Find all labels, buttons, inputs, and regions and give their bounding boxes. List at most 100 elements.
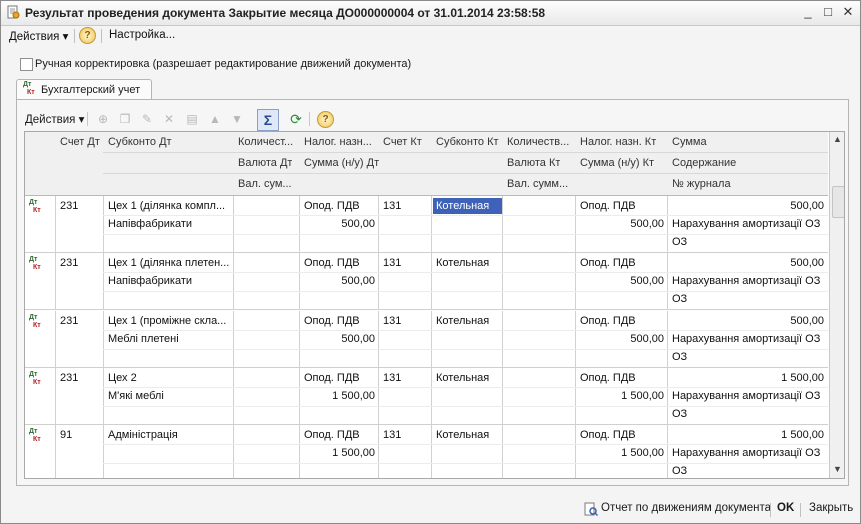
col-kolichestvo-dt[interactable]: Количест... bbox=[238, 136, 298, 148]
movements-report-button[interactable]: Отчет по движениям документа bbox=[601, 502, 771, 514]
cell-summa-nu-kt[interactable]: 1 500,00 bbox=[577, 447, 664, 459]
table-row[interactable]: Дт Кт 231 Цех 1 (проміжне скла... Меблі плет… bbox=[25, 311, 828, 368]
cell-soderzhanie[interactable]: Нарахування амортизації ОЗ bbox=[672, 447, 826, 459]
col-val-summa-dt[interactable]: Вал. сум... bbox=[238, 178, 292, 190]
copy-icon[interactable]: ❐ bbox=[117, 111, 133, 127]
totals-icon[interactable]: Σ bbox=[257, 109, 279, 131]
cell-nalog-kt[interactable]: Опод. ПДВ bbox=[580, 429, 636, 441]
col-val-summa-kt[interactable]: Вал. сумм... bbox=[507, 178, 568, 190]
cell-soderzhanie[interactable]: Нарахування амортизації ОЗ bbox=[672, 275, 826, 287]
col-soderzhanie[interactable]: Содержание bbox=[672, 157, 736, 169]
cell-summa[interactable]: 500,00 bbox=[670, 257, 824, 269]
cell-schet-dt[interactable]: 231 bbox=[60, 200, 78, 212]
move-down-icon[interactable]: ▼ bbox=[229, 111, 245, 127]
col-summa[interactable]: Сумма bbox=[672, 136, 707, 148]
edit-icon[interactable]: ✎ bbox=[139, 111, 155, 127]
close-window-button[interactable]: ✕ bbox=[840, 5, 856, 19]
maximize-button[interactable]: □ bbox=[820, 5, 836, 19]
cell-subkonto-kt[interactable]: Котельная bbox=[433, 198, 502, 214]
col-summa-nu-dt[interactable]: Сумма (н/у) Дт bbox=[304, 157, 379, 170]
cell-nalog-dt[interactable]: Опод. ПДВ bbox=[304, 429, 360, 441]
cell-summa[interactable]: 500,00 bbox=[670, 200, 824, 212]
cell-nalog-dt[interactable]: Опод. ПДВ bbox=[304, 200, 360, 212]
ok-button[interactable]: OK bbox=[777, 502, 794, 514]
cell-subkonto-dt[interactable]: Цех 1 (ділянка компл... bbox=[108, 200, 230, 212]
tab-accounting[interactable]: Дт Кт Бухгалтерский учет bbox=[16, 79, 152, 100]
cell-subkonto-dt-2[interactable]: Меблі плетені bbox=[108, 333, 230, 345]
cell-summa-nu-dt[interactable]: 500,00 bbox=[301, 218, 375, 230]
col-subkonto-kt[interactable]: Субконто Кт bbox=[436, 136, 499, 148]
minimize-button[interactable]: _ bbox=[800, 5, 816, 19]
scroll-down-icon[interactable]: ▼ bbox=[833, 464, 842, 474]
col-nomer-zhurnala[interactable]: № журнала bbox=[672, 178, 731, 190]
cell-nomer-zhurnala[interactable]: ОЗ bbox=[672, 293, 687, 305]
col-valuta-kt[interactable]: Валюта Кт bbox=[507, 157, 560, 169]
cell-subkonto-dt-2[interactable]: М'які меблі bbox=[108, 390, 230, 402]
settings-menu[interactable]: Настройка... bbox=[109, 29, 175, 41]
cell-summa-nu-dt[interactable]: 1 500,00 bbox=[301, 390, 375, 402]
table-row[interactable]: Дт Кт 231 Цех 1 (ділянка плетен... Напівфабр… bbox=[25, 253, 828, 310]
cell-subkonto-dt-2[interactable]: Напівфабрикати bbox=[108, 218, 230, 230]
cell-nalog-dt[interactable]: Опод. ПДВ bbox=[304, 315, 360, 327]
help-icon[interactable]: ? bbox=[79, 27, 96, 44]
cell-subkonto-dt[interactable]: Цех 1 (ділянка плетен... bbox=[108, 257, 230, 269]
cell-schet-kt[interactable]: 131 bbox=[383, 372, 401, 384]
cell-subkonto-kt[interactable]: Котельная bbox=[436, 315, 489, 327]
actions-menu[interactable]: Действия ▾ bbox=[9, 29, 68, 43]
cell-summa-nu-kt[interactable]: 1 500,00 bbox=[577, 390, 664, 402]
col-subkonto-dt[interactable]: Субконто Дт bbox=[108, 136, 172, 148]
vertical-scrollbar[interactable]: ▲ ▼ bbox=[829, 132, 844, 478]
cell-nalog-dt[interactable]: Опод. ПДВ bbox=[304, 257, 360, 269]
cell-schet-dt[interactable]: 231 bbox=[60, 257, 78, 269]
cell-schet-kt[interactable]: 131 bbox=[383, 429, 401, 441]
cell-summa[interactable]: 1 500,00 bbox=[670, 372, 824, 384]
cell-nomer-zhurnala[interactable]: ОЗ bbox=[672, 236, 687, 248]
cell-schet-dt[interactable]: 231 bbox=[60, 315, 78, 327]
scroll-thumb[interactable] bbox=[832, 186, 844, 218]
cell-summa-nu-dt[interactable]: 500,00 bbox=[301, 275, 375, 287]
cell-nalog-kt[interactable]: Опод. ПДВ bbox=[580, 200, 636, 212]
delete-icon[interactable]: ✕ bbox=[161, 111, 177, 127]
cell-soderzhanie[interactable]: Нарахування амортизації ОЗ bbox=[672, 218, 826, 230]
cell-subkonto-dt-2[interactable]: Напівфабрикати bbox=[108, 275, 230, 287]
cell-summa-nu-dt[interactable]: 1 500,00 bbox=[301, 447, 375, 459]
cell-summa[interactable]: 500,00 bbox=[670, 315, 824, 327]
refresh-icon[interactable]: ⟳ bbox=[288, 111, 304, 127]
cell-nalog-dt[interactable]: Опод. ПДВ bbox=[304, 372, 360, 384]
col-valuta-dt[interactable]: Валюта Дт bbox=[238, 157, 292, 169]
move-up-icon[interactable]: ▲ bbox=[207, 111, 223, 127]
cell-nalog-kt[interactable]: Опод. ПДВ bbox=[580, 257, 636, 269]
col-nalog-dt[interactable]: Налог. назн... bbox=[304, 136, 379, 148]
cell-subkonto-dt[interactable]: Цех 1 (проміжне скла... bbox=[108, 315, 230, 327]
entries-table[interactable]: Счет Дт Субконто Дт Количест... Налог. н… bbox=[24, 131, 845, 479]
cell-summa-nu-dt[interactable]: 500,00 bbox=[301, 333, 375, 345]
col-kolichestvo-kt[interactable]: Количеств... bbox=[507, 136, 573, 148]
cell-schet-kt[interactable]: 131 bbox=[383, 257, 401, 269]
table-help-icon[interactable]: ? bbox=[317, 111, 334, 128]
scroll-up-icon[interactable]: ▲ bbox=[833, 134, 842, 144]
col-nalog-kt[interactable]: Налог. назн. Кт bbox=[580, 136, 656, 148]
cell-nomer-zhurnala[interactable]: ОЗ bbox=[672, 351, 687, 363]
col-schet-dt[interactable]: Счет Дт bbox=[60, 136, 100, 148]
cell-summa-nu-kt[interactable]: 500,00 bbox=[577, 218, 664, 230]
cell-nalog-kt[interactable]: Опод. ПДВ bbox=[580, 315, 636, 327]
cell-subkonto-dt[interactable]: Адміністрація bbox=[108, 429, 230, 441]
cell-nomer-zhurnala[interactable]: ОЗ bbox=[672, 465, 687, 477]
cell-subkonto-kt[interactable]: Котельная bbox=[436, 257, 489, 269]
add-icon[interactable]: ⊕ bbox=[95, 111, 111, 127]
cell-summa-nu-kt[interactable]: 500,00 bbox=[577, 275, 664, 287]
cell-subkonto-kt[interactable]: Котельная bbox=[436, 429, 489, 441]
col-schet-kt[interactable]: Счет Кт bbox=[383, 136, 422, 148]
cell-summa[interactable]: 1 500,00 bbox=[670, 429, 824, 441]
cell-nalog-kt[interactable]: Опод. ПДВ bbox=[580, 372, 636, 384]
cell-subkonto-kt[interactable]: Котельная bbox=[436, 372, 489, 384]
manual-correction-checkbox[interactable] bbox=[20, 58, 33, 71]
table-row[interactable]: Дт Кт 231 Цех 2 М'які меблі Опод. ПДВ 1 500,00… bbox=[25, 368, 828, 425]
cell-soderzhanie[interactable]: Нарахування амортизації ОЗ bbox=[672, 390, 826, 402]
cell-schet-kt[interactable]: 131 bbox=[383, 315, 401, 327]
cell-nomer-zhurnala[interactable]: ОЗ bbox=[672, 408, 687, 420]
cell-summa-nu-kt[interactable]: 500,00 bbox=[577, 333, 664, 345]
col-summa-nu-kt[interactable]: Сумма (н/у) Кт bbox=[580, 157, 654, 169]
cell-soderzhanie[interactable]: Нарахування амортизації ОЗ bbox=[672, 333, 826, 345]
cell-schet-dt[interactable]: 231 bbox=[60, 372, 78, 384]
